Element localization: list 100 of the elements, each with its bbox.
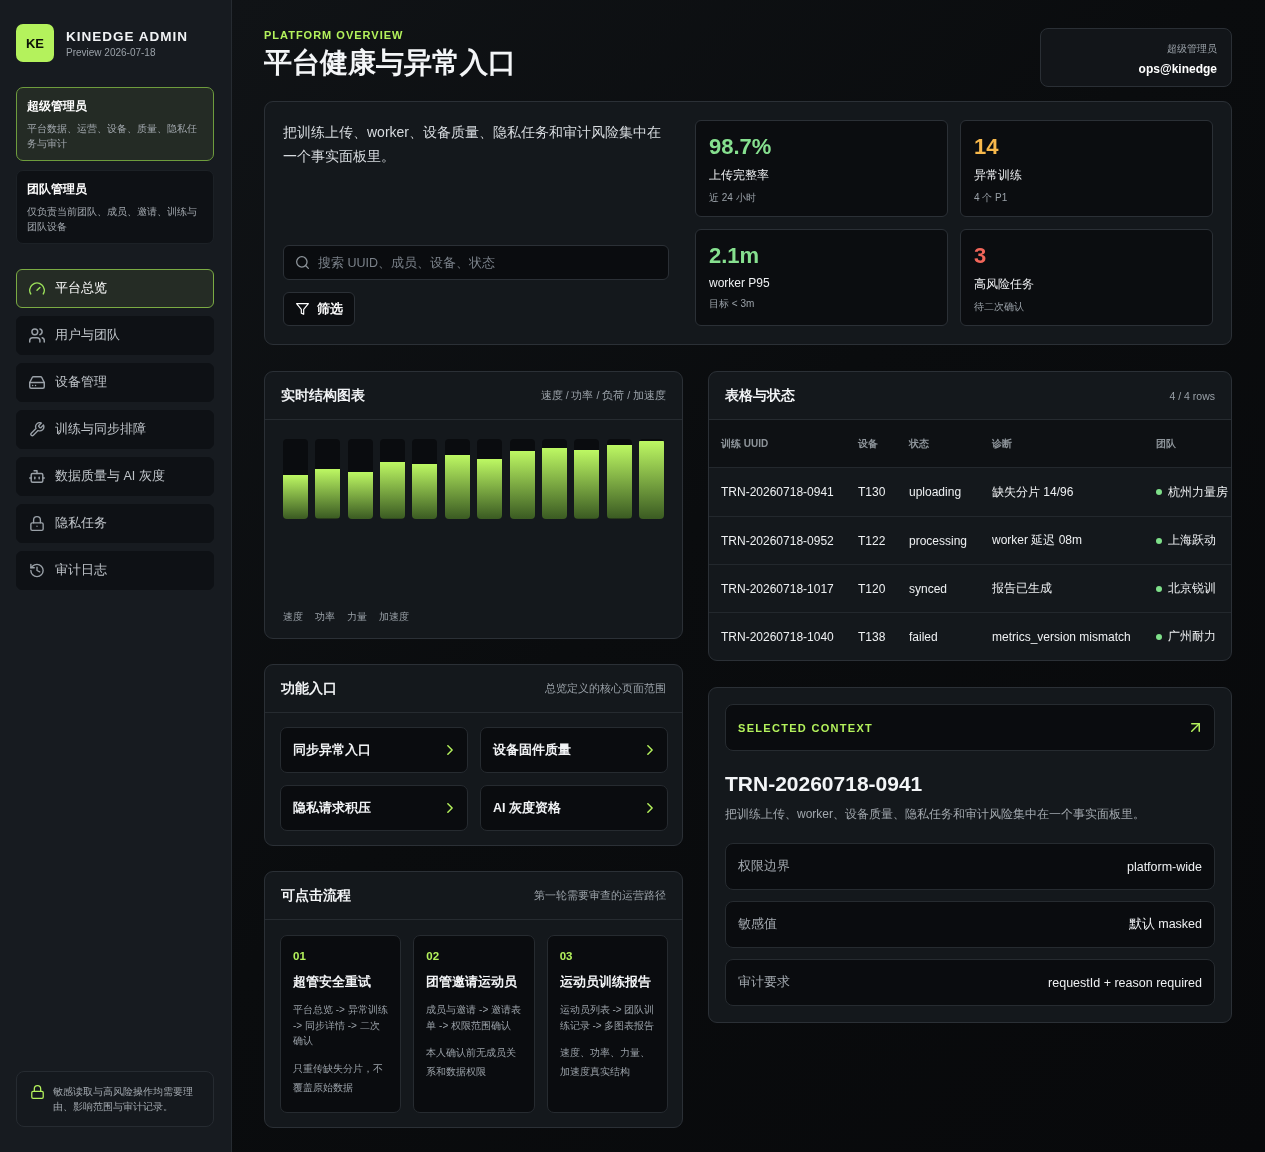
metric-value: 14 [974, 133, 1000, 161]
role-description: 仅负责当前团队、成员、邀请、训练与团队设备 [27, 205, 198, 234]
table-cell-text: uploading [909, 485, 963, 499]
column-header: 训练 UUID [721, 436, 770, 451]
nav-item[interactable]: 数据质量与 AI 灰度 [16, 457, 214, 496]
chart-label: 加速度 [379, 610, 409, 623]
panel-subtitle: 速度 / 功率 / 负荷 / 加速度 [540, 388, 666, 403]
account-role: 超级管理员 [1166, 42, 1217, 56]
chevron-right-icon [647, 803, 653, 813]
team-name: 广州耐力 [1168, 628, 1216, 645]
role-title: 超级管理员 [27, 98, 88, 115]
notice-text: 敏感读取与高风险操作均需要理由、影响范围与审计记录。 [53, 1085, 194, 1114]
table-cell-text: worker 延迟 08m [992, 532, 1084, 549]
shortcut-button[interactable]: AI 灰度资格 [480, 785, 668, 831]
field-value: requestId + reason required [1048, 975, 1202, 990]
field-value: platform-wide [1126, 859, 1202, 874]
flow-card[interactable]: 01 超管安全重试 平台总览 -> 异常训练 -> 同步详情 -> 二次确认 只重传缺失分片，不覆盖原始数据 [280, 935, 402, 1113]
table-cell-text: metrics_version mismatch [992, 629, 1132, 644]
shortcut-button[interactable]: 设备固件质量 [480, 727, 668, 773]
gauge-icon [29, 281, 45, 296]
team-name: 上海跃动 [1168, 532, 1216, 549]
field-label: 权限边界 [738, 858, 790, 875]
wrench-icon [29, 422, 45, 437]
table-cell-text: 缺失分片 14/96 [992, 483, 1075, 501]
lock-icon [31, 1085, 44, 1099]
table-cell-text: TRN-20260718-1040 [721, 629, 835, 644]
shortcut-button[interactable]: 隐私请求积压 [280, 785, 468, 831]
field-label: 敏感值 [738, 916, 777, 933]
chevron-right-icon [647, 745, 653, 755]
nav-item[interactable]: 平台总览 [16, 269, 214, 308]
metric-note: 近 24 小时 [709, 191, 757, 205]
chart-label: 速度 [283, 610, 303, 623]
nav-item[interactable]: 训练与同步排障 [16, 410, 214, 449]
role-card[interactable]: 超级管理员 平台数据、运营、设备、质量、隐私任务与审计 [16, 87, 214, 161]
field-value: 默认 masked [1128, 916, 1202, 933]
flow-path: 平台总览 -> 异常训练 -> 同步详情 -> 二次确认 [293, 1003, 389, 1048]
table-cell-text: TRN-20260718-0952 [721, 533, 835, 548]
status-dot-icon [1156, 585, 1162, 592]
chart-label: 力量 [347, 610, 367, 623]
role-description: 平台数据、运营、设备、质量、隐私任务与审计 [27, 122, 198, 151]
overview-summary: 把训练上传、worker、设备质量、隐私任务和审计风险集中在一个事实面板里。 [283, 123, 662, 166]
flow-path: 运动员列表 -> 团队训练记录 -> 多图表报告 [559, 1003, 655, 1033]
step-number: 01 [293, 950, 307, 962]
chevron-right-icon [447, 803, 453, 813]
search-field[interactable]: 搜索 UUID、成员、设备、状态 [283, 245, 669, 280]
flow-note: 本人确认前无成员关系和数据权限 [426, 1046, 518, 1079]
account-email: ops@kinedge [1137, 62, 1217, 76]
panel-title: 表格与状态 [725, 386, 795, 405]
flow-card[interactable]: 03 运动员训练报告 运动员列表 -> 团队训练记录 -> 多图表报告 速度、功率、力量、加速度真实结构 [546, 935, 668, 1113]
nav-item[interactable]: 隐私任务 [16, 504, 214, 543]
page-eyebrow: PLATFORM OVERVIEW [264, 29, 405, 41]
table-cell-text: TRN-20260718-0941 [721, 485, 835, 499]
row-count: 4 / 4 rows [1169, 389, 1215, 402]
panel-title: 功能入口 [281, 679, 337, 698]
filter-icon [295, 303, 309, 315]
column-header: 团队 [1156, 436, 1177, 451]
flow-note: 速度、功率、力量、加速度真实结构 [559, 1046, 651, 1079]
field-label: 审计要求 [738, 974, 790, 991]
flow-title: 团管邀请运动员 [426, 973, 519, 991]
table-cell-text: failed [909, 629, 939, 644]
panel-title: 可点击流程 [281, 886, 351, 905]
table-cell-text: 报告已生成 [992, 580, 1053, 597]
metric-value: 98.7% [709, 133, 773, 161]
hard-drive-icon [29, 375, 45, 390]
panel-subtitle: 总览定义的核心页面范围 [545, 681, 666, 696]
flow-note: 只重传缺失分片，不覆盖原始数据 [293, 1061, 384, 1095]
robot-icon [29, 469, 45, 484]
brand-logo: KE [16, 24, 54, 62]
column-header: 状态 [909, 436, 930, 451]
role-card[interactable]: 团队管理员 仅负责当前团队、成员、邀请、训练与团队设备 [16, 170, 214, 244]
filter-button[interactable]: 筛选 [283, 292, 355, 326]
flow-card[interactable]: 02 团管邀请运动员 成员与邀请 -> 邀请表单 -> 权限范围确认 本人确认前无成员关系和数据权限 [413, 935, 535, 1113]
table-cell-text: T130 [858, 485, 887, 499]
team-name: 杭州力量房 [1168, 483, 1228, 501]
context-description: 把训练上传、worker、设备质量、隐私任务和审计风险集中在一个事实面板里。 [725, 806, 1146, 823]
table-cell-text: T120 [858, 581, 887, 596]
users-icon [29, 328, 45, 343]
step-number: 03 [559, 950, 574, 962]
nav-item[interactable]: 设备管理 [16, 363, 214, 402]
arrow-up-right-icon [1191, 723, 1200, 732]
chevron-right-icon [447, 745, 453, 755]
history-icon [29, 563, 45, 578]
table-cell-text: TRN-20260718-1017 [721, 581, 835, 596]
lock-icon [29, 516, 45, 531]
table-cell-text: T122 [858, 533, 887, 548]
search-icon [296, 256, 309, 269]
metric-value: 3 [974, 242, 988, 270]
role-title: 团队管理员 [27, 181, 88, 198]
context-title: TRN-20260718-0941 [725, 771, 924, 797]
status-dot-icon [1156, 489, 1162, 495]
shortcut-button[interactable]: 同步异常入口 [280, 727, 468, 773]
metric-label: 异常训练 [974, 167, 1023, 184]
table-cell-text: synced [909, 581, 949, 596]
step-number: 02 [426, 950, 441, 962]
nav-item[interactable]: 审计日志 [16, 551, 214, 590]
page-title: 平台健康与异常入口 [264, 46, 516, 80]
status-dot-icon [1156, 633, 1162, 640]
nav-item[interactable]: 用户与团队 [16, 316, 214, 355]
team-name: 北京锐训 [1168, 580, 1216, 597]
panel-title: 实时结构图表 [281, 386, 365, 405]
